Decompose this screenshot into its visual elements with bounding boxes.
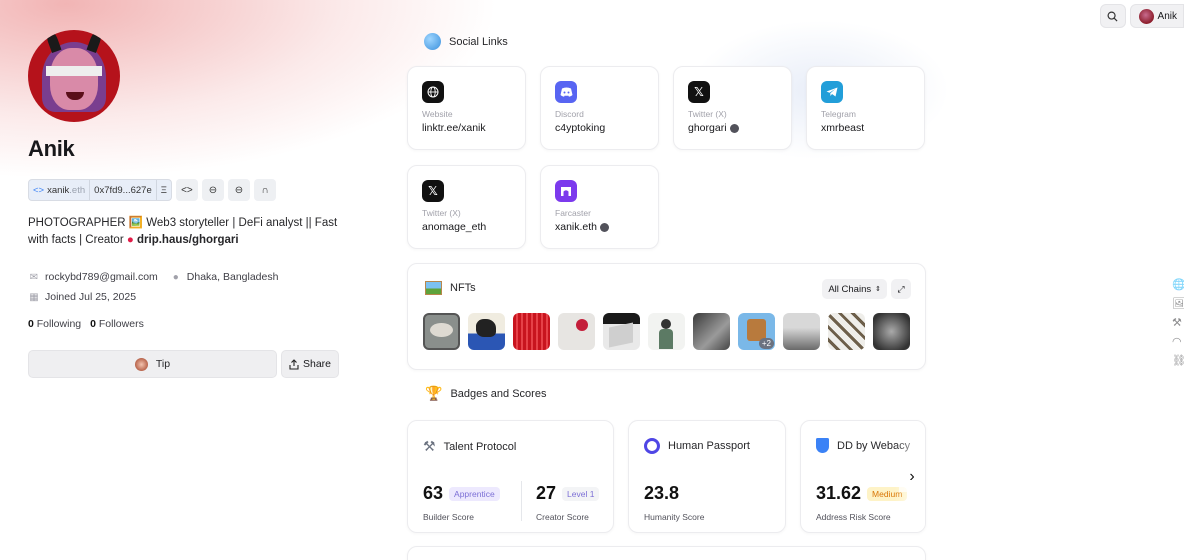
search-icon [1107,11,1118,22]
side-toolbar: 🌐 🖼 ⚒ ◠ ⛓ [1172,278,1184,369]
shield-icon [816,438,829,453]
x-icon: 𝕏 [422,180,444,202]
farcaster-icon [555,180,577,202]
farcaster-icon[interactable]: ∩ [253,179,276,201]
top-bar: Anik [1099,4,1184,28]
tip-button[interactable]: Tip [28,350,277,378]
joined-date: Joined Jul 25, 2025 [45,291,137,303]
location: Dhaka, Bangladesh [186,271,279,283]
social-card-twitter[interactable]: 𝕏 Twitter (X) ghorgari [673,66,792,150]
nft-thumbnail[interactable]: +2 [738,313,775,350]
bio-link[interactable]: drip.haus/ghorgari [137,234,239,246]
passport-icon [644,438,660,454]
nft-thumbnail[interactable] [783,313,820,350]
following-link[interactable]: 0 Following [28,318,81,330]
profile-avatar [28,30,120,122]
profile-panel: Anik <> xanik.eth 0x7fd9...627e Ξ <> ⊖ ⊖… [28,30,343,378]
follow-stats: 0 Following 0 Followers [28,318,343,330]
social-card-discord[interactable]: Discord c4yptoking [540,66,659,150]
globe-icon [424,33,441,50]
tools-icon[interactable]: ⚒ [1172,316,1184,331]
chevron-right-icon: › [909,468,915,485]
nft-thumbnail[interactable] [648,313,685,350]
nft-thumbnail[interactable] [468,313,505,350]
social-card-website[interactable]: Website linktr.ee/xanik [407,66,526,150]
link-icon[interactable]: ⛓ [1172,354,1184,369]
expand-icon: ⤢ [897,283,905,294]
nfts-card: NFTs All Chains ⇕ ⤢ +2 [407,263,926,370]
identity-chips: <> xanik.eth 0x7fd9...627e Ξ <> ⊖ ⊖ ∩ [28,179,343,201]
nft-gallery: +2 [423,313,910,350]
trophy-icon: 🏆 [425,385,443,401]
nft-thumbnail[interactable] [558,313,595,350]
ens-name[interactable]: <> xanik.eth [29,180,91,200]
profile-name: Anik [28,136,75,161]
followers-link[interactable]: 0 Followers [90,318,144,330]
search-button[interactable] [1099,4,1126,28]
globe-icon [422,81,444,103]
email[interactable]: rockybd789@gmail.com [45,271,158,283]
code-icon: <> [33,184,45,196]
ethereum-icon[interactable]: Ξ [157,180,171,200]
ens-address-chip[interactable]: <> xanik.eth 0x7fd9...627e Ξ [28,179,172,201]
nft-thumbnail[interactable] [603,313,640,350]
lens-icon[interactable]: ⊖ [227,179,250,201]
creator-score: 27 Level 1 Creator Score [536,483,600,522]
lens-icon[interactable]: ⊖ [201,179,224,201]
talent-protocol-card[interactable]: ⚒ Talent Protocol 63 Apprentice Builder … [407,420,614,533]
discord-icon [555,81,577,103]
nft-thumbnail[interactable] [693,313,730,350]
social-card-farcaster[interactable]: Farcaster xanik.eth [540,165,659,249]
droplet-icon: ● [126,234,134,246]
share-button[interactable]: Share [281,350,339,378]
profile-actions: Tip Share [28,350,343,378]
tools-icon: ⚒ [423,438,436,454]
nfts-heading: NFTs [425,281,476,295]
nft-thumbnail[interactable] [423,313,460,350]
nft-thumbnail[interactable] [513,313,550,350]
builder-score: 63 Apprentice Builder Score [423,483,500,522]
mail-icon: ✉ [29,271,39,283]
picture-icon [425,281,442,295]
calendar-icon: ▦ [29,291,39,303]
x-icon: 𝕏 [688,81,710,103]
chain-filter-select[interactable]: All Chains ⇕ [822,279,887,299]
picture-icon[interactable]: 🖼 [1172,297,1184,312]
verified-icon [729,123,739,133]
social-links-heading: Social Links [424,33,508,50]
badges-heading: 🏆 Badges and Scores [425,385,547,401]
wallet-address[interactable]: 0x7fd9...627e [90,180,157,200]
coin-icon [134,357,148,371]
nft-thumbnail[interactable] [873,313,910,350]
telegram-icon [821,81,843,103]
share-icon [289,358,299,370]
user-menu-button[interactable]: Anik [1129,4,1184,28]
social-card-telegram[interactable]: Telegram xmrbeast [806,66,925,150]
chevron-updown-icon: ⇕ [875,286,881,293]
next-button[interactable]: › [899,462,925,492]
bottom-card [407,546,926,560]
globe-icon[interactable]: 🌐 [1172,278,1184,293]
human-passport-card[interactable]: Human Passport 23.8 Humanity Score [628,420,786,533]
location-pin-icon: ● [172,271,179,283]
profile-bio: PHOTOGRAPHER 🖼️ Web3 storyteller | DeFi … [28,217,338,246]
verified-icon [600,222,610,232]
rainbow-icon[interactable]: ◠ [1172,335,1184,350]
social-card-twitter-2[interactable]: 𝕏 Twitter (X) anomage_eth [407,165,526,249]
user-name: Anik [1157,10,1177,22]
expand-button[interactable]: ⤢ [891,279,911,299]
profile-meta: ✉ rockybd789@gmail.com ● Dhaka, Banglade… [28,267,343,307]
code-icon[interactable]: <> [175,179,198,201]
avatar [1138,8,1154,24]
nft-thumbnail[interactable] [828,313,865,350]
